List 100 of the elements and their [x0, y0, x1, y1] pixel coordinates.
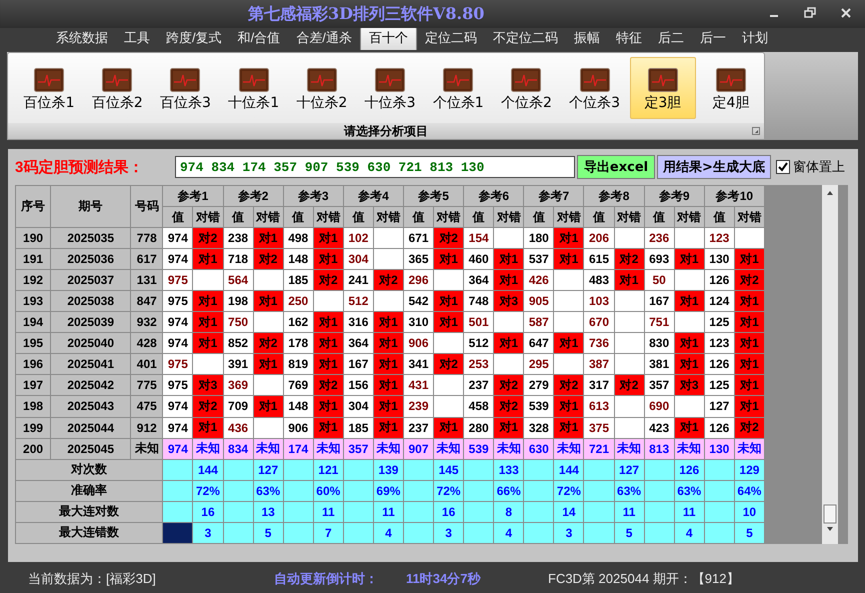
table-cell: 191: [16, 248, 51, 270]
expand-icon[interactable]: [752, 127, 760, 135]
table-cell: 4: [373, 522, 404, 544]
table-cell: 未知: [253, 438, 284, 460]
table-cell: 对1: [554, 396, 584, 418]
table-cell: 对1: [313, 417, 344, 438]
menu-tab[interactable]: 计划: [734, 27, 776, 50]
table-cell: 对2: [313, 270, 344, 291]
table-cell: 对1: [313, 396, 344, 418]
table-cell: 103: [584, 290, 614, 312]
table-cell: 126: [704, 354, 734, 375]
table-cell: 830: [644, 332, 674, 354]
table-cell: 185: [283, 270, 314, 291]
menu-tab[interactable]: 后二: [650, 27, 692, 50]
ribbon-button[interactable]: 个位杀3: [562, 57, 628, 119]
table-cell: 对1: [554, 417, 584, 438]
table-cell: 906: [403, 332, 434, 354]
table-cell: 501: [464, 312, 494, 333]
table-cell: 178: [283, 332, 314, 354]
result-field[interactable]: 974 834 174 357 907 539 630 721 813 130: [175, 156, 575, 178]
table-cell: 对1: [192, 248, 224, 270]
table-cell: 364: [343, 332, 374, 354]
table-cell: 50: [644, 270, 674, 291]
column-header: 值: [162, 206, 193, 228]
table-cell: 未知: [130, 438, 163, 460]
ribbon-button[interactable]: 定3胆: [630, 57, 696, 119]
table-cell: 357: [343, 438, 374, 460]
table-cell: 125: [704, 374, 734, 396]
close-button[interactable]: [839, 6, 853, 20]
row-header: 最大连错数: [16, 522, 163, 544]
table-cell: 对2: [614, 374, 644, 396]
ribbon-button[interactable]: 十位杀1: [220, 57, 287, 119]
table-cell: 124: [704, 290, 734, 312]
table-cell: 对1: [313, 228, 344, 249]
ribbon-button[interactable]: 定4胆: [698, 57, 764, 119]
ribbon-button[interactable]: 十位杀3: [356, 57, 424, 119]
table-cell: 198: [16, 396, 51, 418]
selected-cell[interactable]: [162, 522, 193, 544]
menu-tab[interactable]: 和/合值: [230, 27, 288, 50]
ribbon-button[interactable]: 百位杀1: [16, 57, 82, 119]
table-cell: 对2: [494, 396, 524, 418]
table-cell: 对1: [313, 354, 344, 375]
menu-tab[interactable]: 百十个: [360, 26, 417, 50]
table-cell: 对1: [434, 290, 464, 312]
menu-tab[interactable]: 跨度/复式: [158, 27, 230, 50]
table-cell: 912: [130, 417, 163, 438]
menu-tab[interactable]: 定位二码: [416, 27, 485, 50]
table-cell: 5: [253, 522, 284, 544]
table-cell: 709: [223, 396, 254, 418]
table-cell: 130: [704, 248, 734, 270]
table-cell: 167: [343, 354, 374, 375]
ribbon-button[interactable]: 十位杀2: [288, 57, 355, 119]
column-header: 参考9: [644, 186, 704, 207]
table-cell: 63%: [253, 480, 284, 502]
table-cell: 未知: [313, 438, 344, 460]
menu-tab[interactable]: 振幅: [566, 27, 608, 50]
checkbox[interactable]: [776, 160, 790, 174]
table-cell: 539: [464, 438, 494, 460]
ribbon-button[interactable]: 个位杀2: [493, 57, 560, 119]
menu-tab[interactable]: 不定位二码: [484, 27, 566, 50]
pulse-monitor-icon: [306, 68, 337, 92]
table-cell: 125: [704, 312, 734, 333]
table-cell: 126: [704, 417, 734, 438]
table-cell: 对3: [674, 374, 704, 396]
ribbon-button[interactable]: 百位杀2: [84, 57, 150, 119]
table-cell: 769: [283, 374, 314, 396]
table-cell: 11: [674, 501, 704, 522]
generate-button[interactable]: 用结果>生成大底: [657, 155, 771, 179]
table-cell: 对1: [734, 354, 764, 375]
table-cell: 14: [554, 501, 584, 522]
table-cell: 72%: [554, 480, 584, 502]
table-cell: 未知: [614, 438, 644, 460]
table-cell: 对1: [192, 417, 224, 438]
export-button[interactable]: 导出excel: [577, 155, 655, 179]
restore-icon: [803, 6, 817, 20]
table-cell: 905: [524, 290, 554, 312]
table-cell: 对2: [434, 228, 464, 249]
table-cell: 121: [313, 459, 344, 480]
table-cell: 316: [343, 312, 374, 333]
column-header: 序号: [16, 186, 51, 228]
ribbon-button[interactable]: 百位杀3: [152, 57, 219, 119]
table-cell: 819: [283, 354, 314, 375]
menu-tab[interactable]: 后一: [692, 27, 734, 50]
column-header: 对错: [494, 206, 524, 228]
menu-tab[interactable]: 特征: [608, 27, 650, 50]
table-cell: 对2: [253, 332, 284, 354]
table-cell: 906: [283, 417, 314, 438]
draw-info-text: FC3D第 2025044 期开：【912】: [548, 570, 740, 588]
pulse-monitor-icon: [511, 68, 542, 92]
menu-tab[interactable]: 系统数据: [48, 27, 116, 50]
table-cell: 196: [16, 354, 51, 375]
restore-button[interactable]: [803, 6, 817, 20]
row-header: 对次数: [16, 459, 163, 480]
menu-tab[interactable]: 合差/通杀: [288, 27, 360, 50]
table-cell: 483: [584, 270, 614, 291]
menu-tab[interactable]: 工具: [116, 27, 158, 50]
table-cell: 对1: [674, 417, 704, 438]
ribbon-button[interactable]: 个位杀1: [425, 57, 492, 119]
column-header: 参考7: [524, 186, 584, 207]
column-header: 对错: [253, 206, 284, 228]
